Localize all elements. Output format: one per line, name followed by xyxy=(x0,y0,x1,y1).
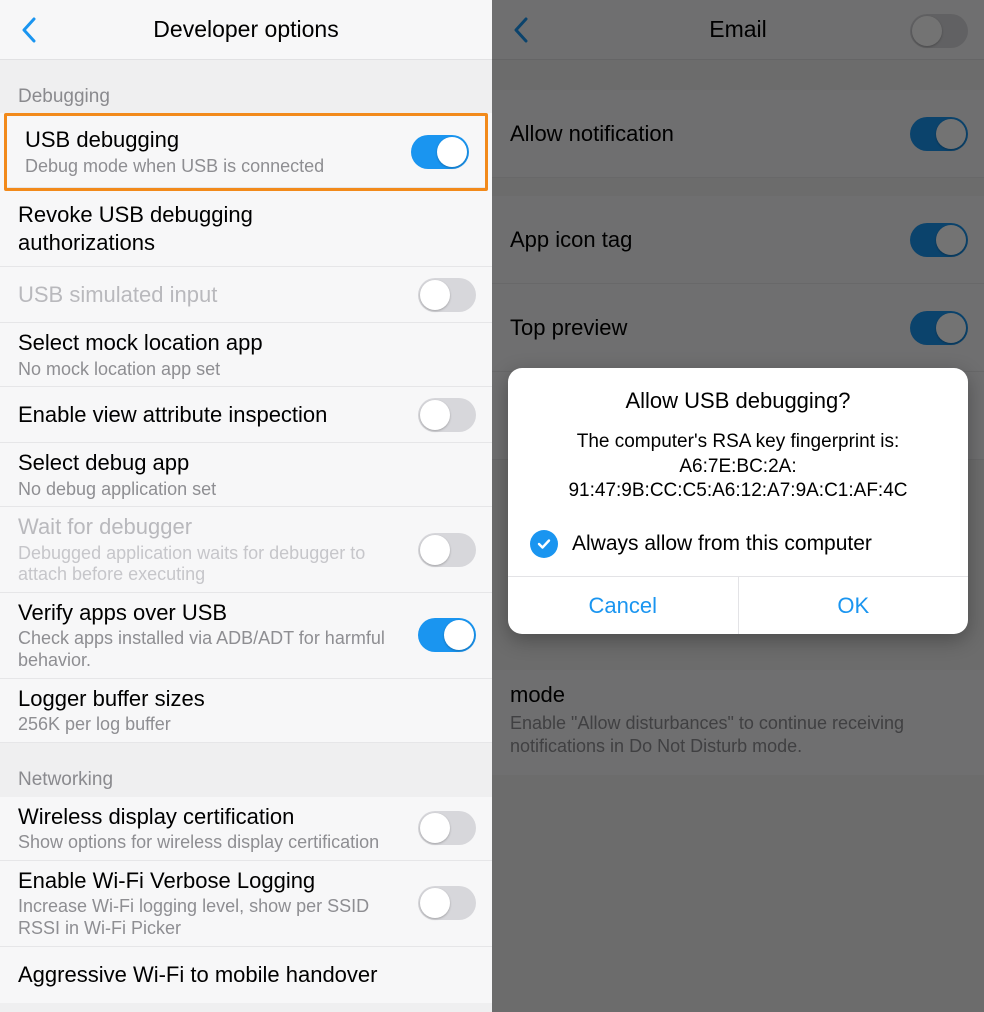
chevron-left-icon xyxy=(21,17,37,43)
section-header-debugging: Debugging xyxy=(0,60,492,114)
toggle-wifi-verbose[interactable] xyxy=(418,886,476,920)
row-mock-location[interactable]: Select mock location app No mock locatio… xyxy=(0,323,492,387)
row-subtitle: Debug mode when USB is connected xyxy=(25,156,467,178)
developer-options-screen: Developer options Debugging USB debuggin… xyxy=(0,0,492,1012)
dialog-body: The computer's RSA key fingerprint is: A… xyxy=(508,426,968,520)
row-subtitle: Check apps installed via ADB/ADT for har… xyxy=(18,628,474,671)
row-verify-apps-usb[interactable]: Verify apps over USB Check apps installe… xyxy=(0,593,492,679)
row-subtitle: No debug application set xyxy=(18,479,474,501)
row-title: Revoke USB debugging authorizations xyxy=(18,201,474,256)
row-usb-debugging[interactable]: USB debugging Debug mode when USB is con… xyxy=(7,116,485,188)
row-title: Select mock location app xyxy=(18,329,474,357)
row-logger-buffer[interactable]: Logger buffer sizes 256K per log buffer xyxy=(0,679,492,743)
dialog-allow-usb-debugging: Allow USB debugging? The computer's RSA … xyxy=(508,368,968,634)
row-wait-for-debugger: Wait for debugger Debugged application w… xyxy=(0,507,492,593)
row-title: Select debug app xyxy=(18,449,474,477)
header-bar: Developer options xyxy=(0,0,492,60)
row-usb-simulated-input: USB simulated input xyxy=(0,267,492,323)
toggle-view-attr[interactable] xyxy=(418,398,476,432)
row-aggressive-wifi[interactable]: Aggressive Wi-Fi to mobile handover xyxy=(0,947,492,1003)
dialog-button-bar: Cancel OK xyxy=(508,576,968,634)
dialog-checkbox-row[interactable]: Always allow from this computer xyxy=(508,520,968,576)
row-wifi-verbose[interactable]: Enable Wi-Fi Verbose Logging Increase Wi… xyxy=(0,861,492,947)
toggle-verify-usb[interactable] xyxy=(418,618,476,652)
row-subtitle: Show options for wireless display certif… xyxy=(18,832,474,854)
row-title: Wireless display certification xyxy=(18,803,474,831)
row-title: USB debugging xyxy=(25,126,467,154)
toggle-wireless-cert[interactable] xyxy=(418,811,476,845)
highlight-usb-debugging: USB debugging Debug mode when USB is con… xyxy=(4,113,488,191)
row-title: Aggressive Wi-Fi to mobile handover xyxy=(18,961,474,989)
dialog-body-line: The computer's RSA key fingerprint is: xyxy=(530,430,946,455)
row-subtitle: No mock location app set xyxy=(18,359,474,381)
row-title: Wait for debugger xyxy=(18,513,474,541)
list-debugging: USB debugging Debug mode when USB is con… xyxy=(0,113,492,743)
row-wireless-cert[interactable]: Wireless display certification Show opti… xyxy=(0,797,492,861)
cancel-button[interactable]: Cancel xyxy=(508,577,738,634)
dialog-body-line: A6:7E:BC:2A: xyxy=(530,455,946,480)
row-select-debug-app[interactable]: Select debug app No debug application se… xyxy=(0,443,492,507)
row-title: USB simulated input xyxy=(18,281,474,309)
checkbox-checked-icon[interactable] xyxy=(530,530,558,558)
row-subtitle: Debugged application waits for debugger … xyxy=(18,543,474,586)
dialog-title: Allow USB debugging? xyxy=(508,368,968,426)
page-title: Developer options xyxy=(153,16,338,43)
toggle-usb-sim xyxy=(418,278,476,312)
row-title: Enable view attribute inspection xyxy=(18,401,474,429)
row-title: Enable Wi-Fi Verbose Logging xyxy=(18,867,474,895)
row-title: Verify apps over USB xyxy=(18,599,474,627)
checkbox-label: Always allow from this computer xyxy=(572,532,872,556)
toggle-wait-dbg xyxy=(418,533,476,567)
dialog-body-line: 91:47:9B:CC:C5:A6:12:A7:9A:C1:AF:4C xyxy=(530,479,946,504)
list-networking: Wireless display certification Show opti… xyxy=(0,797,492,1003)
back-button[interactable] xyxy=(14,15,44,45)
row-view-attr-inspection[interactable]: Enable view attribute inspection xyxy=(0,387,492,443)
email-settings-screen: Email Allow notification App icon tag To… xyxy=(492,0,984,1012)
ok-button[interactable]: OK xyxy=(738,577,969,634)
row-title: Logger buffer sizes xyxy=(18,685,474,713)
row-subtitle: 256K per log buffer xyxy=(18,714,474,736)
section-header-networking: Networking xyxy=(0,743,492,797)
row-revoke-usb-auth[interactable]: Revoke USB debugging authorizations xyxy=(0,191,492,267)
row-subtitle: Increase Wi-Fi logging level, show per S… xyxy=(18,896,474,939)
toggle-usb-debugging[interactable] xyxy=(411,135,469,169)
